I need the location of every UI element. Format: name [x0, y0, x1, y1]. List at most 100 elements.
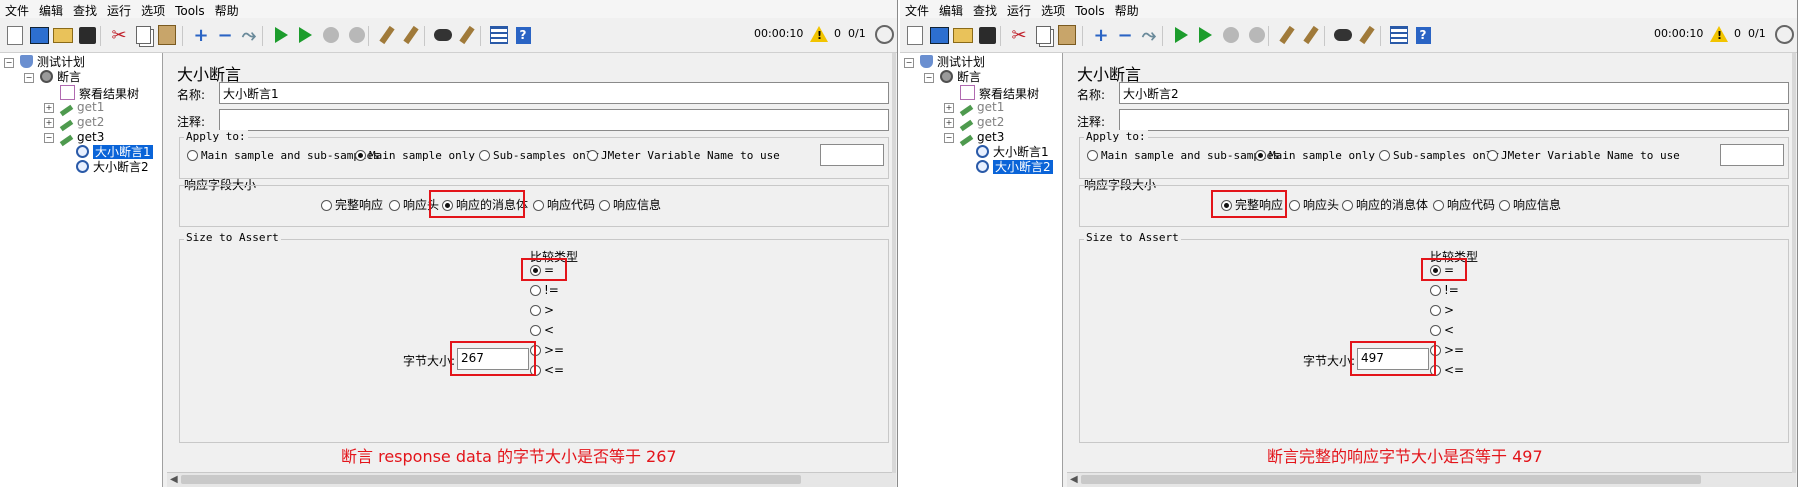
radio-button[interactable]	[1499, 200, 1510, 211]
remote-globe-icon[interactable]	[875, 25, 894, 44]
tree-expander[interactable]: −	[44, 133, 54, 143]
menu-item[interactable]: 选项	[1036, 0, 1070, 19]
expand-icon[interactable]: +	[1090, 24, 1112, 46]
tree-expander[interactable]: +	[944, 103, 954, 113]
clear-icon[interactable]	[1276, 24, 1298, 46]
help-icon[interactable]: ?	[1412, 24, 1434, 46]
vertical-scrollbar[interactable]	[1792, 53, 1796, 473]
tree-node-get2[interactable]: get2	[959, 115, 1004, 132]
apply-to-option[interactable]: JMeter Variable Name to use	[1487, 149, 1680, 163]
templates-icon[interactable]	[928, 24, 950, 46]
apply-to-option[interactable]: Main sample and sub-samples	[187, 149, 380, 163]
compare-option[interactable]: >	[530, 303, 554, 317]
response-field-option[interactable]: 响应的消息体	[1342, 198, 1428, 212]
tree-node-assertion[interactable]: 断言	[940, 70, 981, 85]
menu-item[interactable]: 运行	[1002, 0, 1036, 19]
radio-button[interactable]	[1430, 285, 1441, 296]
reset-search-icon[interactable]	[456, 24, 478, 46]
tree-expander[interactable]: −	[944, 133, 954, 143]
start-no-pause-icon[interactable]	[294, 24, 316, 46]
tree-node-size-assert-2[interactable]: 大小断言2	[976, 160, 1053, 175]
menu-item[interactable]: 选项	[136, 0, 170, 19]
radio-button[interactable]	[187, 150, 198, 161]
tree-expander[interactable]: +	[944, 118, 954, 128]
open-icon[interactable]	[52, 24, 74, 46]
menu-item[interactable]: 查找	[68, 0, 102, 19]
stop-icon[interactable]	[320, 24, 342, 46]
tree-expander[interactable]: −	[24, 73, 34, 83]
tree-node-view-results[interactable]: 察看结果树	[960, 85, 1039, 101]
tree-node-size-assert-1[interactable]: 大小断言1	[76, 145, 153, 160]
jmeter-variable-input[interactable]	[820, 144, 884, 166]
scroll-left-icon[interactable]: ◀	[1070, 474, 1078, 485]
radio-button[interactable]	[1342, 200, 1353, 211]
cut-icon[interactable]: ✂	[108, 24, 130, 46]
cut-icon[interactable]: ✂	[1008, 24, 1030, 46]
menu-item[interactable]: 文件	[900, 0, 934, 19]
expand-icon[interactable]: +	[190, 24, 212, 46]
paste-icon[interactable]	[1056, 24, 1078, 46]
shutdown-icon[interactable]	[1246, 24, 1268, 46]
collapse-icon[interactable]: −	[1114, 24, 1136, 46]
tree-node-get1[interactable]: get1	[59, 100, 104, 117]
response-field-option[interactable]: 响应信息	[599, 198, 661, 212]
response-field-option[interactable]: 响应代码	[1433, 198, 1495, 212]
response-field-option[interactable]: 完整响应	[321, 198, 383, 212]
comment-input[interactable]	[1119, 109, 1789, 131]
tree-node-get3[interactable]: get3	[59, 130, 104, 147]
menu-item[interactable]: 文件	[0, 0, 34, 19]
apply-to-option[interactable]: JMeter Variable Name to use	[587, 149, 780, 163]
collapse-icon[interactable]: −	[214, 24, 236, 46]
compare-option[interactable]: !=	[530, 283, 559, 297]
function-helper-icon[interactable]	[1388, 24, 1410, 46]
search-icon[interactable]	[432, 24, 454, 46]
start-icon[interactable]	[270, 24, 292, 46]
tree-expander[interactable]: −	[904, 58, 914, 68]
open-icon[interactable]	[952, 24, 974, 46]
comment-input[interactable]	[219, 109, 889, 131]
radio-button[interactable]	[1430, 325, 1441, 336]
templates-icon[interactable]	[28, 24, 50, 46]
radio-button[interactable]	[479, 150, 490, 161]
radio-button[interactable]	[321, 200, 332, 211]
response-field-option[interactable]: 响应信息	[1499, 198, 1561, 212]
radio-button[interactable]	[530, 325, 541, 336]
function-helper-icon[interactable]	[488, 24, 510, 46]
radio-button[interactable]	[533, 200, 544, 211]
response-field-option[interactable]: 响应代码	[533, 198, 595, 212]
compare-option[interactable]: <	[1430, 323, 1454, 337]
response-field-option[interactable]: 响应头	[1289, 198, 1339, 212]
menu-item[interactable]: 编辑	[934, 0, 968, 19]
apply-to-option[interactable]: Sub-samples only	[479, 149, 599, 163]
copy-icon[interactable]	[132, 24, 154, 46]
tree-expander[interactable]: +	[44, 103, 54, 113]
radio-button[interactable]	[530, 305, 541, 316]
clear-all-icon[interactable]	[400, 24, 422, 46]
tree-node-size-assert-2[interactable]: 大小断言2	[76, 160, 149, 175]
apply-to-option[interactable]: Main sample only	[355, 149, 475, 163]
horizontal-scrollbar[interactable]: ◀	[167, 472, 896, 487]
search-icon[interactable]	[1332, 24, 1354, 46]
menu-item[interactable]: 编辑	[34, 0, 68, 19]
tree-node-assertion[interactable]: 断言	[40, 70, 81, 85]
apply-to-option[interactable]: Sub-samples only	[1379, 149, 1499, 163]
compare-option[interactable]: <	[530, 323, 554, 337]
toggle-icon[interactable]: ⤳	[238, 24, 260, 46]
tree-node-get2[interactable]: get2	[59, 115, 104, 132]
clear-icon[interactable]	[376, 24, 398, 46]
vertical-scrollbar[interactable]	[892, 53, 896, 473]
scrollbar-thumb[interactable]	[181, 475, 801, 484]
menu-item[interactable]: Tools	[1070, 2, 1110, 18]
radio-button[interactable]	[1087, 150, 1098, 161]
scroll-left-icon[interactable]: ◀	[170, 474, 178, 485]
copy-icon[interactable]	[1032, 24, 1054, 46]
stop-icon[interactable]	[1220, 24, 1242, 46]
radio-button[interactable]	[587, 150, 598, 161]
menu-item[interactable]: 帮助	[1110, 0, 1144, 19]
menu-item[interactable]: 帮助	[210, 0, 244, 19]
tree-expander[interactable]: +	[44, 118, 54, 128]
compare-option[interactable]: >	[1430, 303, 1454, 317]
menu-item[interactable]: 运行	[102, 0, 136, 19]
help-icon[interactable]: ?	[512, 24, 534, 46]
radio-button[interactable]	[1379, 150, 1390, 161]
